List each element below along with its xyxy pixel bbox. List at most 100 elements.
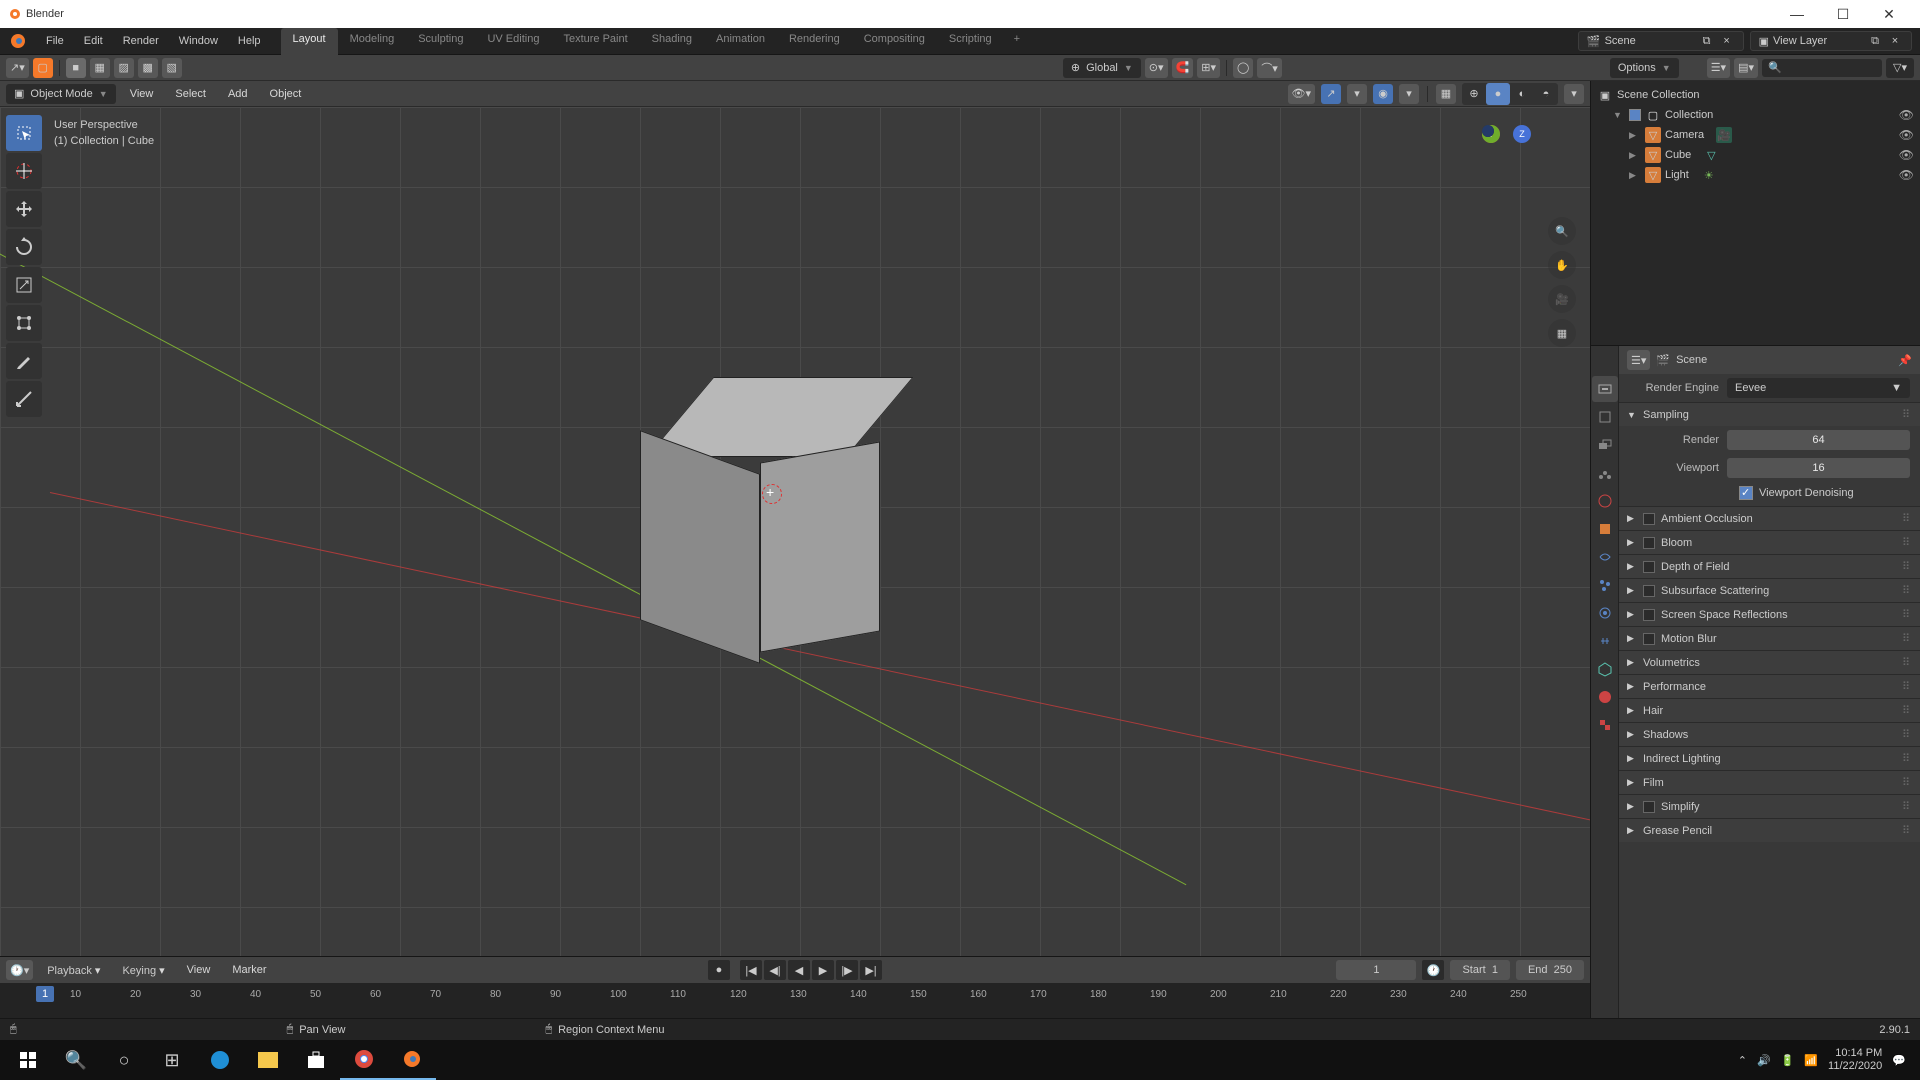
jump-prev-keyframe[interactable]: ◀| <box>764 960 786 980</box>
menu-window[interactable]: Window <box>169 31 228 51</box>
play-forward[interactable]: ▶ <box>812 960 834 980</box>
panel-enable-checkbox[interactable] <box>1643 801 1655 813</box>
system-clock[interactable]: 10:14 PM 11/22/2020 <box>1828 1047 1882 1073</box>
tab-layout[interactable]: Layout <box>281 28 338 55</box>
visibility-toggle[interactable]: 👁▾ <box>1288 84 1316 104</box>
close-button[interactable]: ✕ <box>1866 6 1912 23</box>
timeline-marker[interactable]: Marker <box>224 960 274 980</box>
viewport-options[interactable]: Options ▼ <box>1610 58 1679 78</box>
ptab-constraints[interactable] <box>1592 628 1618 654</box>
panel-grease-pencil[interactable]: ▶Grease Pencil⠿ <box>1619 818 1920 842</box>
gizmo-dropdown[interactable]: ▾ <box>1347 84 1367 104</box>
tab-sculpting[interactable]: Sculpting <box>406 28 475 55</box>
tool-move[interactable] <box>6 191 42 227</box>
tab-shading[interactable]: Shading <box>640 28 704 55</box>
gizmo-neg-z[interactable] <box>1482 125 1494 137</box>
select-box-indicator[interactable]: ▢ <box>33 58 53 78</box>
visibility-toggle-icon[interactable]: 👁 <box>1899 168 1914 182</box>
panel-film[interactable]: ▶Film⠿ <box>1619 770 1920 794</box>
ptab-material[interactable] <box>1592 684 1618 710</box>
camera-view-icon[interactable]: 🎥 <box>1548 285 1576 313</box>
ptab-texture[interactable] <box>1592 712 1618 738</box>
tray-expand-icon[interactable]: ⌃ <box>1738 1054 1747 1067</box>
panel-screen-space-reflections[interactable]: ▶Screen Space Reflections⠿ <box>1619 602 1920 626</box>
proportional-falloff[interactable]: ⌒▾ <box>1257 58 1282 78</box>
auto-keying-toggle[interactable]: ● <box>708 960 730 980</box>
snap-toggle[interactable]: 🧲 <box>1172 58 1194 78</box>
start-frame[interactable]: Start 1 <box>1450 960 1509 980</box>
tree-scene-collection[interactable]: ▣ Scene Collection <box>1591 85 1920 105</box>
tree-camera[interactable]: ▶ ▽ Camera 🎥 👁 <box>1591 125 1920 145</box>
tool-select-box[interactable] <box>6 115 42 151</box>
visibility-toggle-icon[interactable]: 👁 <box>1899 128 1914 142</box>
panel-subsurface-scattering[interactable]: ▶Subsurface Scattering⠿ <box>1619 578 1920 602</box>
tool-transform[interactable] <box>6 305 42 341</box>
outliner-display-mode[interactable]: ▤▾ <box>1734 58 1758 78</box>
viewport-samples-input[interactable] <box>1727 458 1910 478</box>
outliner-editor-type[interactable]: ☰▾ <box>1707 58 1730 78</box>
visibility-toggle-icon[interactable]: 👁 <box>1899 108 1914 122</box>
end-frame[interactable]: End 250 <box>1516 960 1584 980</box>
ptab-scene[interactable] <box>1592 460 1618 486</box>
outliner-filter[interactable]: ▽▾ <box>1886 58 1914 78</box>
gizmo-toggle[interactable]: ↗ <box>1321 84 1341 104</box>
current-frame[interactable]: 1 <box>1336 960 1416 980</box>
edge-icon[interactable] <box>196 1040 244 1080</box>
panel-enable-checkbox[interactable] <box>1643 585 1655 597</box>
tool-annotate[interactable] <box>6 343 42 379</box>
panel-enable-checkbox[interactable] <box>1643 609 1655 621</box>
ptab-object[interactable] <box>1592 516 1618 542</box>
ptab-world[interactable] <box>1592 488 1618 514</box>
viewlayer-name-input[interactable] <box>1773 35 1863 47</box>
tool-cursor[interactable] <box>6 153 42 189</box>
tool-rotate[interactable] <box>6 229 42 265</box>
viewlayer-selector[interactable]: ▣ ⧉ × <box>1750 31 1912 51</box>
ptab-particles[interactable] <box>1592 572 1618 598</box>
transform-orientation[interactable]: ⊕ Global ▼ <box>1063 58 1141 78</box>
tree-collection[interactable]: ▼ ▢ Collection 👁 <box>1591 105 1920 125</box>
shading-wireframe[interactable]: ⊕ <box>1462 83 1486 105</box>
notifications-icon[interactable]: 💬 <box>1892 1054 1906 1067</box>
pivot-point[interactable]: ⊙▾ <box>1145 58 1168 78</box>
panel-enable-checkbox[interactable] <box>1643 537 1655 549</box>
panel-sampling[interactable]: ▼ Sampling ⠿ <box>1619 402 1920 426</box>
pan-icon[interactable]: ✋ <box>1548 251 1576 279</box>
panel-ambient-occlusion[interactable]: ▶Ambient Occlusion⠿ <box>1619 506 1920 530</box>
panel-indirect-lighting[interactable]: ▶Indirect Lighting⠿ <box>1619 746 1920 770</box>
viewport-menu-object[interactable]: Object <box>262 84 310 104</box>
blender-logo-icon[interactable] <box>6 29 30 53</box>
properties-editor-type[interactable]: ☰▾ <box>1627 350 1650 370</box>
ptab-mesh[interactable] <box>1592 656 1618 682</box>
search-button[interactable]: 🔍 <box>52 1040 100 1080</box>
navigation-gizmo[interactable]: Z X Y <box>1482 125 1562 205</box>
expand-icon[interactable]: ▶ <box>1629 130 1641 141</box>
mode-selector[interactable]: ▣ Object Mode ▼ <box>6 84 116 104</box>
scene-breadcrumb[interactable]: Scene <box>1676 354 1707 366</box>
panel-enable-checkbox[interactable] <box>1643 561 1655 573</box>
select-mode-subtract[interactable]: ▨ <box>114 58 134 78</box>
delete-scene-icon[interactable]: × <box>1719 35 1735 47</box>
render-samples-input[interactable] <box>1727 430 1910 450</box>
volume-icon[interactable]: 🔊 <box>1757 1054 1771 1067</box>
minimize-button[interactable]: — <box>1774 6 1820 22</box>
start-button[interactable] <box>4 1040 52 1080</box>
ptab-output[interactable] <box>1592 404 1618 430</box>
explorer-icon[interactable] <box>244 1040 292 1080</box>
timeline-view[interactable]: View <box>179 960 219 980</box>
panel-performance[interactable]: ▶Performance⠿ <box>1619 674 1920 698</box>
perspective-toggle-icon[interactable]: ▦ <box>1548 319 1576 347</box>
cursor-tool-dropdown[interactable]: ↗▾ <box>6 58 29 78</box>
tab-modeling[interactable]: Modeling <box>338 28 407 55</box>
shading-material[interactable]: ◐ <box>1510 83 1534 105</box>
panel-hair[interactable]: ▶Hair⠿ <box>1619 698 1920 722</box>
select-mode-extend[interactable]: ▦ <box>90 58 110 78</box>
gizmo-z-axis[interactable]: Z <box>1513 125 1531 143</box>
new-viewlayer-icon[interactable]: ⧉ <box>1867 35 1883 48</box>
pin-icon[interactable]: 📌 <box>1898 354 1912 367</box>
panel-shadows[interactable]: ▶Shadows⠿ <box>1619 722 1920 746</box>
timeline-playback[interactable]: Playback ▾ <box>39 960 108 981</box>
outliner-tree[interactable]: ▣ Scene Collection ▼ ▢ Collection 👁 ▶ ▽ … <box>1591 81 1920 345</box>
tab-compositing[interactable]: Compositing <box>852 28 937 55</box>
task-view-button[interactable]: ⊞ <box>148 1040 196 1080</box>
battery-icon[interactable]: 🔋 <box>1781 1054 1795 1067</box>
